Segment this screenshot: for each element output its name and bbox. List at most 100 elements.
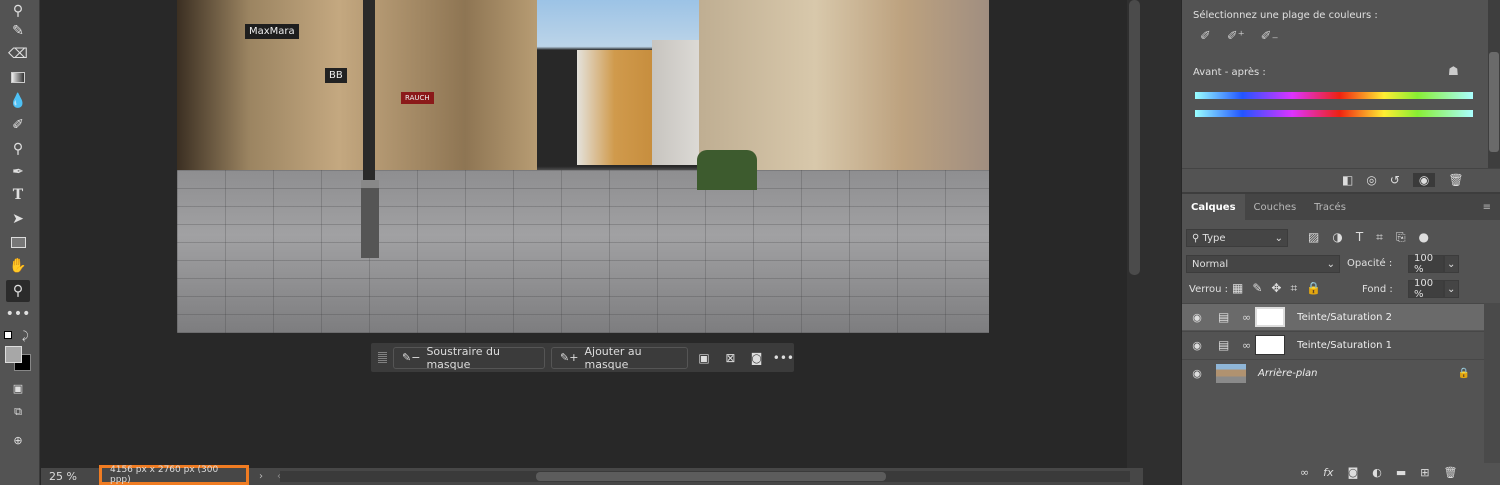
brush-plus-icon: ✎+ <box>560 351 579 364</box>
clip-to-layer-icon[interactable]: ◧ <box>1342 173 1353 187</box>
lock-position-icon[interactable]: ✥ <box>1271 281 1281 296</box>
layer-row[interactable]: ◉ ▤ ∞ Teinte/Saturation 2 <box>1182 303 1484 330</box>
layer-name[interactable]: Teinte/Saturation 1 <box>1297 340 1392 351</box>
blur-icon[interactable]: 💧 <box>6 90 30 112</box>
disable-mask-icon[interactable]: ⊠ <box>720 351 740 365</box>
eyedropper-icon[interactable]: ✐ <box>1200 29 1211 44</box>
history-brush-icon[interactable]: ✎ <box>6 20 30 42</box>
hand-icon[interactable]: ✋ <box>6 255 30 277</box>
street-photo[interactable]: MaxMara BB RAUCH <box>177 0 989 333</box>
mask-options-icon[interactable]: ▣ <box>694 351 714 365</box>
clone-stamp-icon[interactable]: ⚲ <box>6 0 30 22</box>
fill-dropdown[interactable]: ⌄ <box>1444 280 1459 298</box>
tab-paths[interactable]: Tracés <box>1305 194 1355 220</box>
opacity-dropdown[interactable]: ⌄ <box>1444 255 1459 273</box>
link-icon[interactable]: ∞ <box>1242 311 1251 324</box>
subtract-from-mask-button[interactable]: ✎− Soustraire du masque <box>393 344 546 371</box>
path-selection-icon[interactable]: ➤ <box>6 208 30 230</box>
visibility-icon[interactable]: ◉ <box>1412 173 1436 187</box>
foreground-color-swatch[interactable] <box>5 346 22 363</box>
sponge-icon[interactable]: ⚲ <box>6 138 30 160</box>
layer-row[interactable]: ◉ Arrière-plan 🔒 <box>1182 359 1484 386</box>
subtract-label: Soustraire du masque <box>426 344 500 371</box>
layer-row[interactable]: ◉ ▤ ∞ Teinte/Saturation 1 <box>1182 331 1484 358</box>
new-adjustment-layer-icon[interactable]: ◐ <box>1372 466 1382 479</box>
filter-adjustment-icon[interactable]: ◑ <box>1332 230 1342 245</box>
type-icon[interactable]: T <box>6 184 30 206</box>
link-icon[interactable]: ∞ <box>1242 339 1251 352</box>
screen-mode-icon[interactable]: ⧉ <box>6 401 30 423</box>
dodge-icon[interactable]: ✐ <box>6 114 30 136</box>
layer-mask-thumbnail[interactable] <box>1255 307 1286 327</box>
eraser-icon[interactable]: ⌫ <box>6 43 30 65</box>
panel-menu-icon[interactable]: ≡ <box>1474 194 1500 220</box>
hue-bar-before <box>1195 92 1473 99</box>
blend-mode-select[interactable]: Normal ⌄ <box>1186 255 1340 273</box>
eyedropper-plus-icon[interactable]: ✐⁺ <box>1227 29 1245 44</box>
lock-label: Verrou : <box>1189 284 1229 295</box>
vertical-scroll-thumb[interactable] <box>1129 0 1140 275</box>
more-tools-icon[interactable]: ••• <box>6 303 31 325</box>
view-previous-icon[interactable]: ◎ <box>1366 173 1376 187</box>
fill-input[interactable]: 100 % <box>1408 278 1444 300</box>
lock-artboard-icon[interactable]: ⌗ <box>1290 281 1297 296</box>
default-colors-icon[interactable] <box>4 331 12 339</box>
lock-transparency-icon[interactable]: ▦ <box>1232 281 1243 296</box>
link-layers-icon[interactable]: ∞ <box>1300 466 1309 479</box>
before-after-label: Avant - après : <box>1193 67 1266 78</box>
opacity-input[interactable]: 100 % <box>1408 253 1444 275</box>
targeted-adjustment-icon[interactable]: ☗ <box>1448 64 1459 78</box>
blend-mode-value: Normal <box>1192 258 1229 270</box>
lock-all-icon[interactable]: 🔒 <box>1306 281 1321 296</box>
add-to-mask-button[interactable]: ✎+ Ajouter au masque <box>551 344 688 371</box>
select-range-label: Sélectionnez une plage de couleurs : <box>1193 10 1378 21</box>
document-info[interactable]: 4156 px x 2760 px (300 ppp) <box>99 465 249 485</box>
filter-type-icon[interactable]: T <box>1356 230 1363 245</box>
fill-label: Fond : <box>1362 284 1393 295</box>
layers-scrollbar[interactable] <box>1484 303 1500 463</box>
lock-pixels-icon[interactable]: ✎ <box>1252 281 1262 296</box>
filter-value: Type <box>1202 232 1226 244</box>
filter-pixel-icon[interactable]: ▨ <box>1308 230 1319 245</box>
drag-handle-icon[interactable]: |||||| <box>377 351 387 363</box>
add-mask-icon[interactable]: ◙ <box>1348 466 1359 479</box>
layer-style-fx-icon[interactable]: fx <box>1323 466 1333 479</box>
visibility-eye-icon[interactable]: ◉ <box>1182 311 1212 324</box>
shop-sign: RAUCH <box>401 92 434 104</box>
filter-shape-icon[interactable]: ⌗ <box>1376 230 1383 245</box>
layer-name[interactable]: Teinte/Saturation 2 <box>1297 312 1392 323</box>
eyedropper-minus-icon[interactable]: ✐₋ <box>1261 29 1279 44</box>
reset-icon[interactable]: ↺ <box>1390 173 1400 187</box>
delete-layer-icon[interactable]: 🗑 <box>1443 466 1457 479</box>
layer-filter-select[interactable]: ⚲ Type ⌄ <box>1186 229 1288 247</box>
delete-icon[interactable]: 🗑 <box>1448 173 1463 187</box>
rectangle-icon[interactable] <box>6 231 30 253</box>
tab-channels[interactable]: Couches <box>1245 194 1306 220</box>
filter-smart-object-icon[interactable]: ⎘ <box>1396 230 1406 245</box>
new-layer-icon[interactable]: ⊞ <box>1420 466 1429 479</box>
status-menu-arrow[interactable]: › <box>259 471 263 482</box>
zoom-icon[interactable]: ⚲ <box>6 280 30 302</box>
edit-toolbar-icon[interactable]: ⊕ <box>6 429 30 451</box>
visibility-eye-icon[interactable]: ◉ <box>1182 339 1212 352</box>
hue-saturation-adjustment-icon: ▤ <box>1218 338 1230 352</box>
view-mask-icon[interactable]: ◙ <box>746 351 766 365</box>
horizontal-scroll-thumb[interactable] <box>536 472 886 481</box>
properties-scrollbar[interactable] <box>1488 0 1500 168</box>
pen-icon[interactable]: ✒ <box>6 161 30 183</box>
opacity-label: Opacité : <box>1347 258 1393 269</box>
tab-layers[interactable]: Calques <box>1182 194 1245 220</box>
brush-minus-icon: ✎− <box>402 351 421 364</box>
zoom-level[interactable]: 25 % <box>41 470 96 483</box>
filter-toggle-icon[interactable]: ● <box>1419 230 1429 245</box>
new-group-icon[interactable]: ▬ <box>1396 466 1406 479</box>
visibility-eye-icon[interactable]: ◉ <box>1182 367 1212 380</box>
layer-mask-thumbnail[interactable] <box>1255 335 1286 355</box>
layers-panel: Calques Couches Tracés ≡ ⚲ Type ⌄ ▨ ◑ T ⌗… <box>1182 192 1500 485</box>
quick-mask-icon[interactable]: ▣ <box>6 377 30 399</box>
layer-name[interactable]: Arrière-plan <box>1258 368 1317 379</box>
gradient-icon[interactable] <box>6 66 30 88</box>
more-options-icon[interactable]: ••• <box>773 351 794 365</box>
add-label: Ajouter au masque <box>584 344 642 371</box>
swap-colors-icon[interactable]: ⤸ <box>22 329 29 343</box>
